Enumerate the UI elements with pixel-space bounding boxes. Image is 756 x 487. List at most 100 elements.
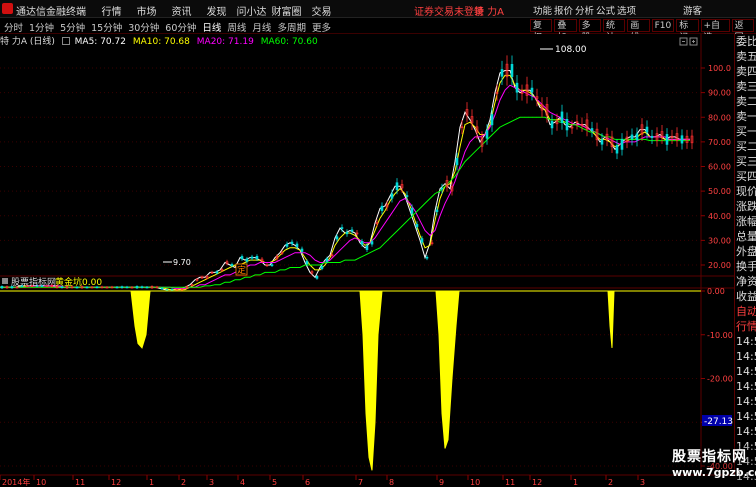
side-panel-item[interactable]: 14:5 [735,379,756,394]
add-watchlist-button[interactable]: +自选 [700,19,730,43]
side-panel-item[interactable]: 14:5 [735,424,756,439]
tab-5min[interactable]: 5分钟 [60,20,85,34]
candle-body [550,121,554,129]
indicator-value: 0.00 [82,278,102,288]
menu-analysis[interactable]: 分析 [574,3,595,17]
period-tabs: 分时 1分钟 5分钟 15分钟 30分钟 60分钟 日线 周线 月线 多周期 更… [4,20,337,34]
restore-rights-button[interactable]: 复权 [530,19,553,43]
guest-user[interactable]: 游客 [683,3,702,17]
tab-30min[interactable]: 30分钟 [128,20,159,34]
side-panel-item[interactable]: 卖二 [735,94,756,109]
statistics-button[interactable]: 统计 [602,19,626,43]
side-panel-item[interactable]: 外盘 [735,244,756,259]
candle-body [255,256,259,260]
tab-1min[interactable]: 1分钟 [29,20,54,34]
candle-body [680,135,684,144]
side-panel-item[interactable]: 14:5 [735,334,756,349]
menu-trade[interactable]: 交易 [304,3,339,18]
side-panel-item[interactable]: 买三 [735,154,756,169]
side-panel-item[interactable]: 卖四 [735,64,756,79]
date-label: 3 [640,478,645,487]
candle-body [305,260,309,265]
tab-more[interactable]: 更多 [312,20,331,34]
menu-quote[interactable]: 报价 [553,3,574,17]
side-panel-item[interactable]: 委比 [735,34,756,49]
tab-weekly[interactable]: 周线 [227,20,246,34]
price-tick-label: 30.00 [708,236,731,245]
candle-body [320,266,324,269]
candle-body [650,135,654,138]
f10-button[interactable]: F10 [651,19,675,32]
side-panel-item[interactable]: 卖一 [735,109,756,124]
indicator-name[interactable]: 股票指标网 [11,276,56,288]
candle-body [485,130,489,139]
candle-body [420,238,424,243]
date-label: 11 [505,478,515,487]
side-panel-item[interactable]: 买二 [735,139,756,154]
candle-body [250,256,254,259]
side-panel-item[interactable]: 14:5 [735,394,756,409]
side-panel-item[interactable]: 收益 [735,289,756,304]
ma-settings-icon[interactable] [61,37,70,45]
menu-function[interactable]: 功能 [532,3,553,17]
candle-body [600,139,604,145]
candle-body [135,286,139,289]
side-panel-item[interactable]: 净资 [735,274,756,289]
main-menu: 行情 市场 资讯 发现 问小达 财富圈 交易 [94,3,339,18]
candle-body [410,207,414,214]
side-panel-item[interactable]: 卖三 [735,79,756,94]
date-label: 10 [470,478,480,487]
side-panel-item[interactable]: 现价 [735,184,756,199]
candle-body [240,256,244,260]
side-panel-item[interactable]: 买一 [735,124,756,139]
draw-line-button[interactable]: 画线 [627,19,650,43]
candle-body [115,286,119,289]
quote-side-panel: 委比 卖五 卖四 卖三 卖二 卖一 买一 买二 买三 买四 现价 涨跌 涨幅 总量 外盘 换手 净资 收益 自动 行情… [734,34,756,483]
tab-15min[interactable]: 15分钟 [91,20,122,34]
kline-chart[interactable]: 100.090.0080.0070.0060.0050.0040.0030.00… [0,34,734,487]
side-panel-item[interactable]: 涨跌 [735,199,756,214]
side-panel-item[interactable]: 换手 [735,259,756,274]
menu-assistant[interactable]: 问小达 [234,3,269,18]
mark-button[interactable]: 标记 [676,19,699,43]
tab-60min[interactable]: 60分钟 [165,20,196,34]
side-panel-item[interactable]: 14:5 [735,409,756,424]
price-tick-label: 40.00 [708,212,731,221]
side-panel-item[interactable]: 行情 [735,319,756,334]
side-panel-item[interactable]: 自动 [735,304,756,319]
back-button[interactable]: 返回 [731,19,754,43]
menu-discover[interactable]: 发现 [199,3,234,18]
date-label: 9 [439,478,444,487]
tab-intraday[interactable]: 分时 [4,20,23,34]
chart-tools: 复权 叠加 多股 统计 画线 F10 标记 +自选 返回 [530,19,756,43]
indicator-menu-icon[interactable] [2,278,8,284]
candle-body [335,236,339,240]
overlay-button[interactable]: 叠加 [554,19,577,43]
tab-multi-period[interactable]: 多周期 [277,20,306,34]
side-panel-item[interactable]: 买四 [735,169,756,184]
tab-daily[interactable]: 日线 [202,20,221,34]
side-panel-item[interactable]: 总量 [735,229,756,244]
side-panel-item[interactable]: 涨幅 [735,214,756,229]
menu-quotes[interactable]: 行情 [94,3,129,18]
side-panel-item[interactable]: 卖五 [735,49,756,64]
side-panel-item[interactable]: 14:5 [735,364,756,379]
current-value-label: -27.13 [704,417,733,427]
candle-body [415,224,419,228]
menu-formula[interactable]: 公式 [595,3,616,17]
candle-body [565,119,569,131]
indicator-tick-label: -10.00 [707,331,733,340]
tab-monthly[interactable]: 月线 [252,20,271,34]
price-tick-label: 20.00 [708,261,731,270]
date-label: 5 [272,478,277,487]
candle-body [530,87,534,93]
price-tick-label: 50.00 [708,187,731,196]
menu-news[interactable]: 资讯 [164,3,199,18]
side-panel-item[interactable]: 14:5 [735,349,756,364]
menu-market[interactable]: 市场 [129,3,164,18]
multi-stock-button[interactable]: 多股 [578,19,601,43]
indicator-tick-label: 0.00 [707,287,725,296]
menu-options[interactable]: 选项 [616,3,637,17]
ma5-label: MA5: 70.72 [74,37,126,47]
menu-wealth[interactable]: 财富圈 [269,3,304,18]
